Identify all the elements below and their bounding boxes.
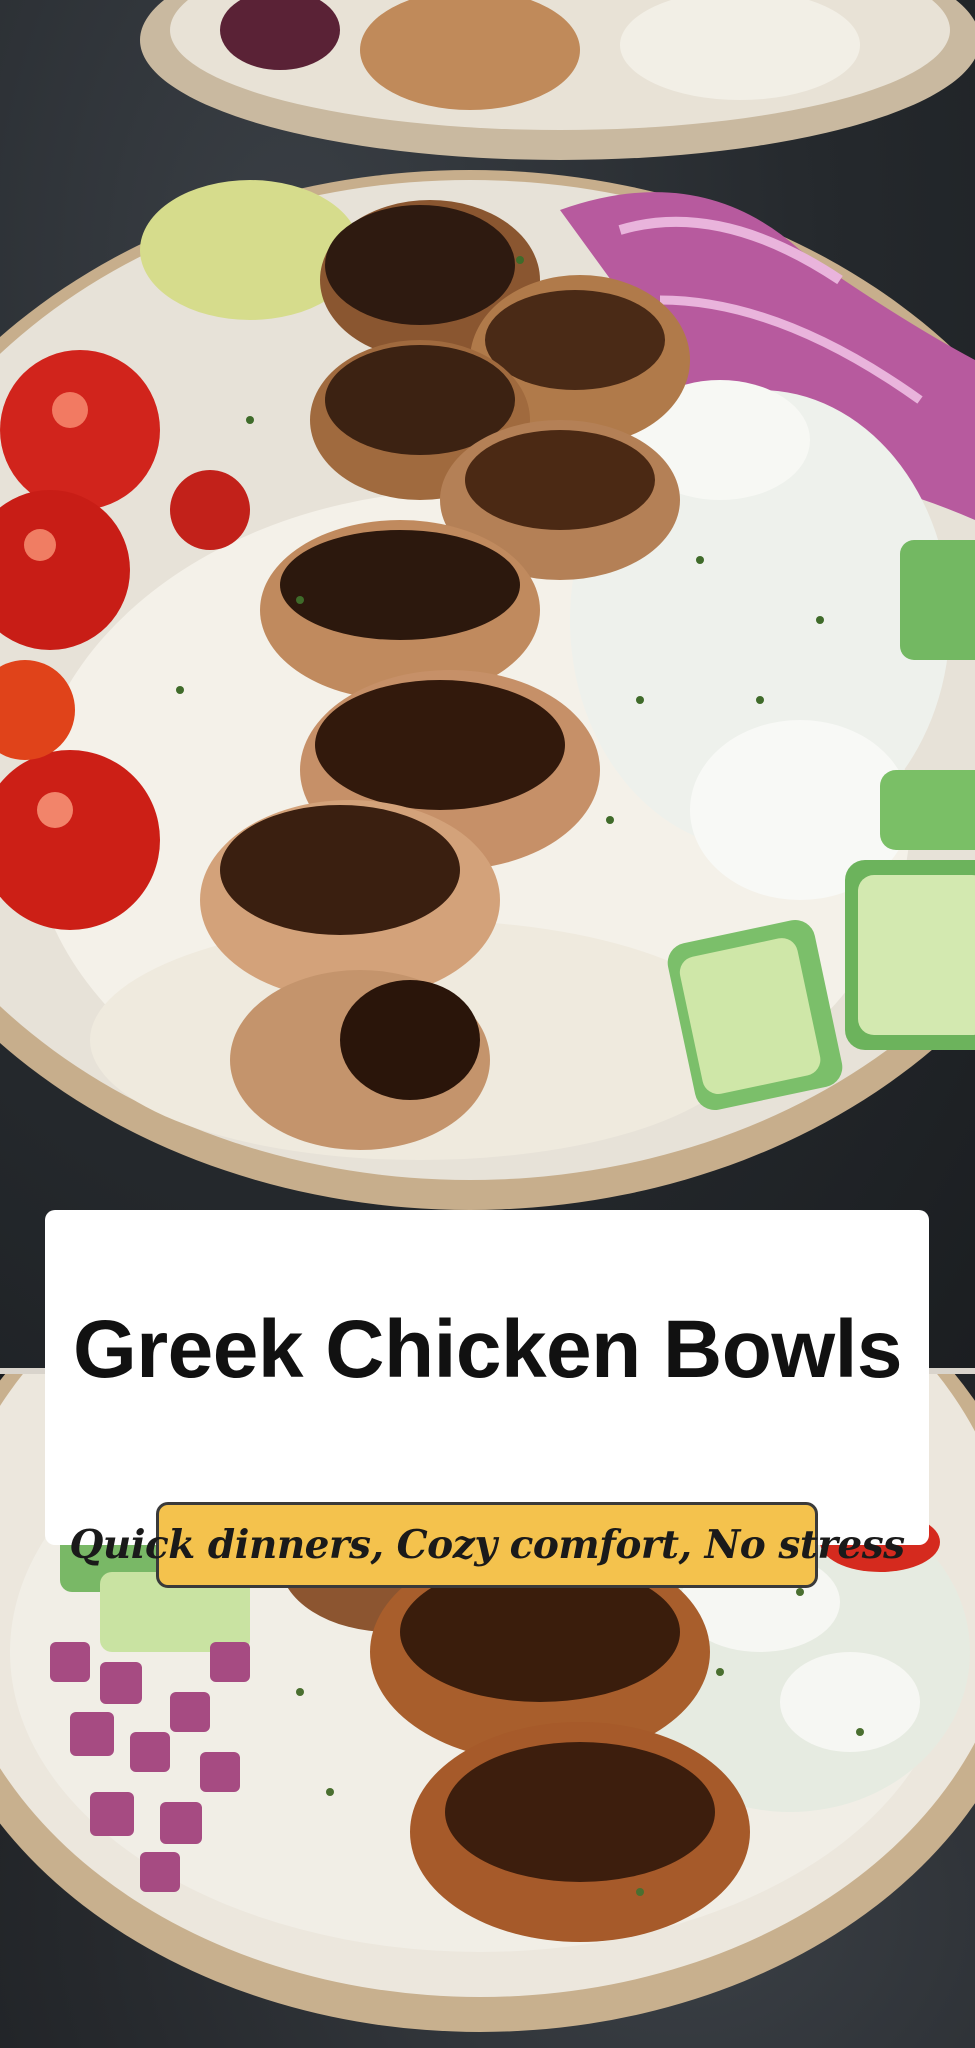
tagline-text: Quick dinners, Cozy comfort, No stress [69, 1522, 905, 1568]
tagline-badge: Quick dinners, Cozy comfort, No stress [69, 1502, 905, 1588]
top-bowl-illustration [0, 0, 975, 1210]
pin-title: Greek Chicken Bowls [72, 1304, 903, 1395]
top-food-photo [0, 0, 975, 1372]
